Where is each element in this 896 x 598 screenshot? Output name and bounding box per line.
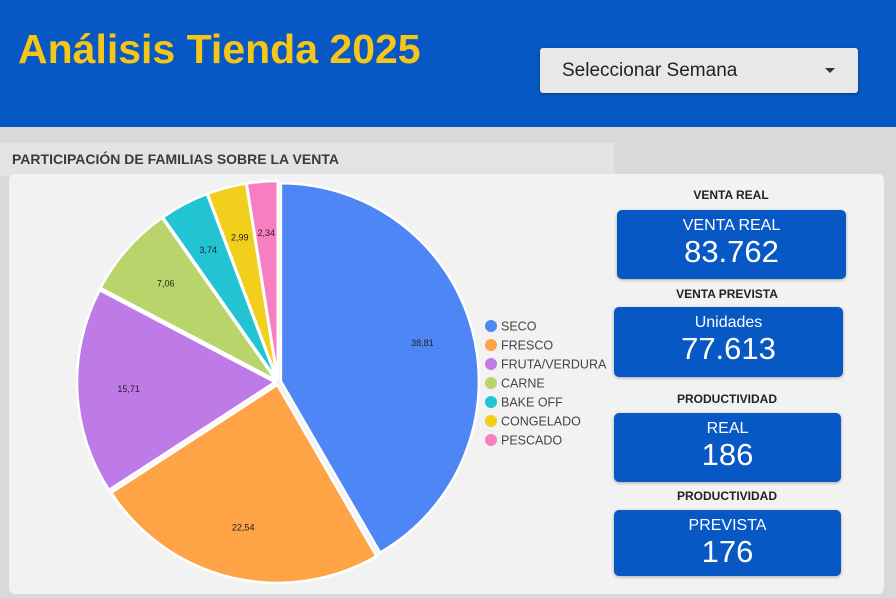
pie-data-label-fresco: 22,54 bbox=[232, 522, 255, 532]
kpi-heading-venta-real: VENTA REAL bbox=[693, 188, 769, 202]
pie-data-label-seco: 38,81 bbox=[411, 338, 434, 348]
kpi-card-venta-prevista: Unidades 77.613 bbox=[614, 307, 843, 377]
legend-label-bake-off: BAKE OFF bbox=[501, 396, 563, 410]
app-title: Análisis Tienda 2025 bbox=[18, 26, 421, 72]
chart-panel: 38,81 22,54 15,71 7,06 3,74 2,99 2,34 SECO FRESC… bbox=[9, 174, 884, 594]
kpi-label-productividad-prevista: PREVISTA bbox=[688, 517, 767, 534]
kpi-heading-productividad-real: PRODUCTIVIDAD bbox=[676, 392, 777, 406]
pie-data-label-congelado: 2,99 bbox=[231, 232, 249, 242]
legend-label-fruta-verdura: FRUTA/VERDURA bbox=[501, 358, 607, 372]
kpi-value-productividad-prevista: 176 bbox=[701, 534, 754, 569]
legend-swatch-carne bbox=[485, 377, 497, 389]
chevron-down-icon bbox=[825, 68, 835, 73]
legend-swatch-seco bbox=[485, 320, 497, 332]
legend-label-pescado: PESCADO bbox=[501, 434, 562, 448]
kpi-card-productividad-real: REAL 186 bbox=[614, 413, 841, 482]
legend-swatch-bake-off bbox=[485, 396, 497, 408]
chart-title: PARTICIPACIÓN DE FAMILIAS SOBRE LA VENTA bbox=[12, 151, 339, 167]
kpi-card-venta-real: VENTA REAL 83.762 bbox=[617, 210, 846, 279]
legend-swatch-fruta-verdura bbox=[485, 358, 497, 370]
legend-swatch-congelado bbox=[485, 415, 497, 427]
kpi-value-venta-prevista: 77.613 bbox=[681, 331, 776, 366]
pie-data-label-pescado: 2,34 bbox=[257, 228, 275, 238]
legend-label-seco: SECO bbox=[501, 320, 537, 334]
kpi-card-productividad-prevista: PREVISTA 176 bbox=[614, 510, 841, 576]
app-header: Análisis Tienda 2025 Seleccionar Semana bbox=[0, 0, 896, 127]
pie-data-label-fruta-verdura: 15,71 bbox=[117, 384, 140, 394]
kpi-label-venta-real: VENTA REAL bbox=[682, 217, 781, 234]
legend-swatch-fresco bbox=[485, 339, 497, 351]
week-select[interactable]: Seleccionar Semana bbox=[540, 48, 858, 93]
week-select-label: Seleccionar Semana bbox=[562, 60, 738, 81]
kpi-label-productividad-real: REAL bbox=[706, 420, 749, 437]
kpi-value-productividad-real: 186 bbox=[701, 437, 754, 472]
kpi-heading-venta-prevista: VENTA PREVISTA bbox=[676, 287, 778, 301]
pie-data-label-bake-off: 3,74 bbox=[199, 245, 217, 255]
kpi-value-venta-real: 83.762 bbox=[684, 234, 779, 269]
pie-data-label-carne: 7,06 bbox=[157, 278, 175, 288]
legend-label-congelado: CONGELADO bbox=[501, 415, 581, 429]
legend-label-fresco: FRESCO bbox=[501, 339, 553, 353]
legend-swatch-pescado bbox=[485, 434, 497, 446]
legend-label-carne: CARNE bbox=[501, 377, 545, 391]
kpi-label-venta-prevista: Unidades bbox=[694, 314, 763, 331]
kpi-heading-productividad-prevista: PRODUCTIVIDAD bbox=[676, 489, 777, 503]
pie-chart: 38,81 22,54 15,71 7,06 3,74 2,99 2,34 SECO FRESC… bbox=[75, 179, 607, 585]
